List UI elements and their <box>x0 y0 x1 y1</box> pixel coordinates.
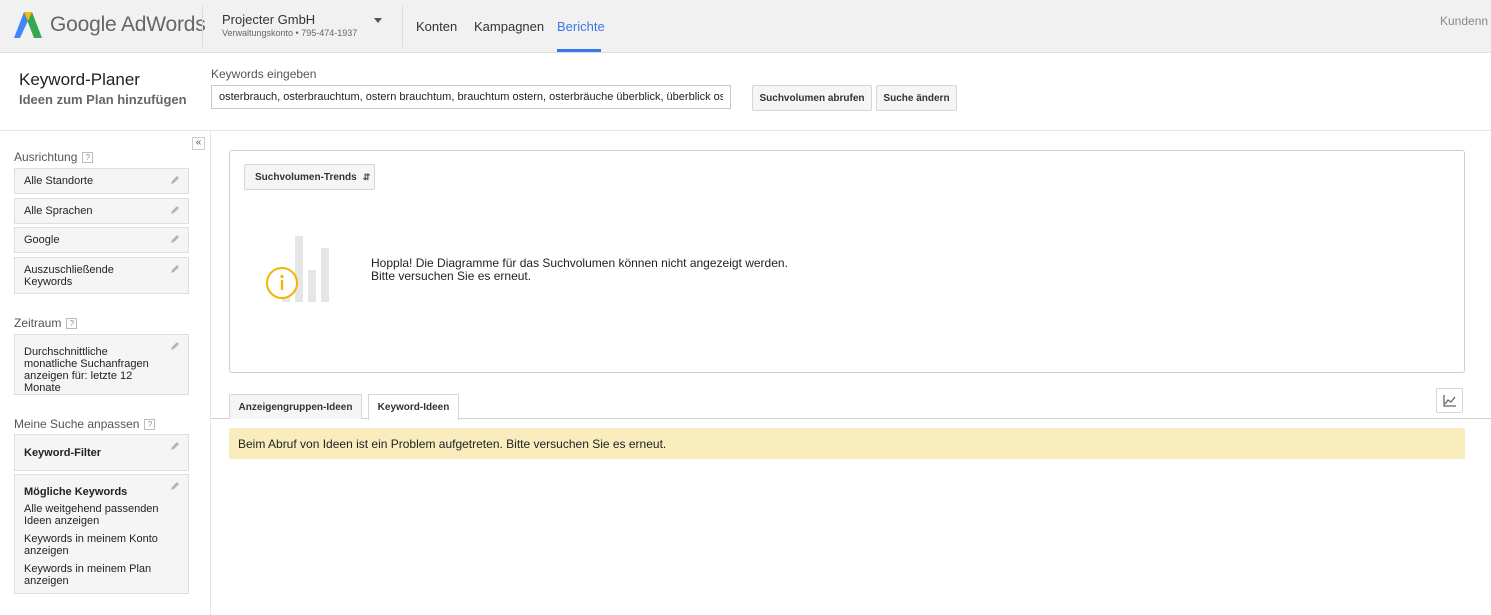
trend-dropdown[interactable]: Suchvolumen-Trends ⇵ <box>244 164 375 190</box>
chart-placeholder-icon <box>266 236 329 302</box>
pencil-icon <box>171 265 179 273</box>
account-selector[interactable]: Projecter GmbH Verwaltungskonto • 795-47… <box>222 12 357 38</box>
sidebar-divider <box>210 131 211 615</box>
chevron-down-icon[interactable] <box>374 18 382 23</box>
sidebar-item-label: Alle Standorte <box>24 175 94 187</box>
trend-dropdown-label: Suchvolumen-Trends <box>255 171 357 183</box>
line-chart-icon <box>1443 395 1456 407</box>
sidebar-item-languages[interactable]: Alle Sprachen <box>14 198 189 224</box>
pencil-icon <box>171 176 179 184</box>
targeting-title-text: Ausrichtung <box>14 150 78 164</box>
period-text: Durchschnittliche monatliche Suchanfrage… <box>24 346 149 394</box>
pencil-icon <box>171 342 179 350</box>
tab-adgroup-ideas[interactable]: Anzeigengruppen-Ideen <box>229 394 362 419</box>
adwords-logo[interactable]: Google AdWords <box>14 11 206 39</box>
page-title: Keyword-Planer <box>19 70 140 89</box>
get-volume-button[interactable]: Suchvolumen abrufen <box>752 85 872 111</box>
keywords-label: Keywords eingeben <box>211 67 317 81</box>
sidebar-item-label: Auszuschließende Keywords <box>24 264 114 288</box>
top-bar: Google AdWords Projecter GmbH Verwaltung… <box>0 0 1491 53</box>
chart-toggle-button[interactable] <box>1436 388 1463 413</box>
divider <box>202 6 203 47</box>
customer-id-label: Kundenn <box>1440 14 1489 28</box>
customize-title: Meine Suche anpassen? <box>14 417 156 431</box>
nav-active-indicator <box>557 49 601 52</box>
nav-konten[interactable]: Konten <box>416 19 457 34</box>
sidebar-item-locations[interactable]: Alle Standorte <box>14 168 189 194</box>
keyword-filter-label: Keyword-Filter <box>24 447 102 459</box>
period-title-text: Zeitraum <box>14 316 62 330</box>
nav-kampagnen[interactable]: Kampagnen <box>474 19 544 34</box>
modify-search-button[interactable]: Suche ändern <box>876 85 957 111</box>
sidebar-item-period[interactable]: Durchschnittliche monatliche Suchanfrage… <box>14 334 189 395</box>
tab-keyword-ideas[interactable]: Keyword-Ideen <box>368 394 459 420</box>
period-title: Zeitraum? <box>14 316 78 330</box>
error-banner: Beim Abruf von Ideen ist ein Problem auf… <box>229 428 1465 459</box>
pencil-icon <box>171 482 179 490</box>
error-banner-text: Beim Abruf von Ideen ist ein Problem auf… <box>238 436 667 451</box>
keywords-input[interactable] <box>211 85 731 109</box>
possible-keywords-option[interactable]: Keywords in meinem Plan anzeigen <box>24 563 168 587</box>
help-icon[interactable]: ? <box>144 419 156 431</box>
targeting-title: Ausrichtung? <box>14 150 94 164</box>
account-name: Projecter GmbH <box>222 12 316 27</box>
sort-arrows-icon: ⇵ <box>362 171 371 182</box>
divider <box>402 6 403 47</box>
possible-keywords-option[interactable]: Alle weitgehend passenden Ideen anzeigen <box>24 503 168 527</box>
chart-error-line: Bitte versuchen Sie es erneut. <box>371 269 532 283</box>
help-icon[interactable]: ? <box>66 318 78 330</box>
possible-keywords-title: Mögliche Keywords <box>24 486 128 498</box>
chart-error-message: Hoppla! Die Diagramme für das Suchvolume… <box>371 257 788 283</box>
sidebar-item-possible-keywords[interactable]: Mögliche Keywords Alle weitgehend passen… <box>14 474 189 594</box>
sidebar-item-label: Alle Sprachen <box>24 205 93 217</box>
divider <box>0 130 1491 131</box>
pencil-icon <box>171 235 179 243</box>
sidebar-item-label: Google <box>24 234 60 246</box>
customize-title-text: Meine Suche anpassen <box>14 417 140 431</box>
help-icon[interactable]: ? <box>82 152 94 164</box>
pencil-icon <box>171 442 179 450</box>
sidebar-item-network[interactable]: Google <box>14 227 189 253</box>
collapse-sidebar-button[interactable]: « <box>192 137 205 150</box>
adwords-logo-icon <box>14 12 42 38</box>
pencil-icon <box>171 206 179 214</box>
sidebar-item-keyword-filter[interactable]: Keyword-Filter <box>14 434 189 471</box>
possible-keywords-option[interactable]: Keywords in meinem Konto anzeigen <box>24 533 168 557</box>
page-subtitle: Ideen zum Plan hinzufügen <box>19 92 187 107</box>
nav-berichte[interactable]: Berichte <box>557 19 605 34</box>
sidebar-item-negative-keywords[interactable]: Auszuschließende Keywords <box>14 257 189 294</box>
logo-text: Google AdWords <box>50 13 206 36</box>
account-id: Verwaltungskonto • 795-474-1937 <box>222 28 358 38</box>
